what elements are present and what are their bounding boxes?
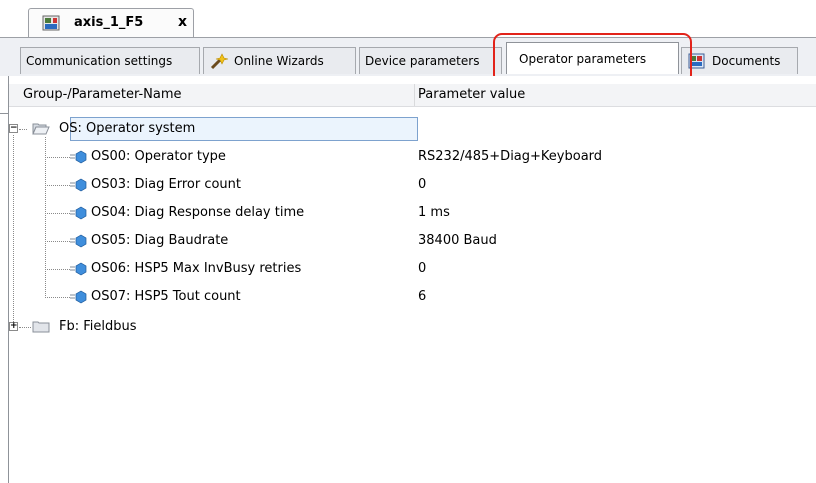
parameter-value[interactable]: 0 — [418, 261, 426, 276]
tab-device-parameters[interactable]: Device parameters — [359, 47, 502, 74]
parameter-icon — [70, 206, 87, 220]
parameter-icon — [70, 150, 87, 164]
tab-documents[interactable]: Documents — [681, 47, 798, 74]
parameter-value[interactable]: RS232/485+Diag+Keyboard — [418, 149, 602, 164]
parameter-icon — [70, 262, 87, 276]
folder-open-icon — [32, 123, 50, 135]
table-row[interactable]: OS04: Diag Response delay time 1 ms — [9, 203, 816, 223]
parameter-name: OS00: Operator type — [91, 149, 226, 164]
expand-icon[interactable]: + — [9, 322, 18, 331]
parameter-icon — [70, 178, 87, 192]
parameter-value[interactable]: 6 — [418, 289, 426, 304]
column-separator[interactable] — [414, 84, 415, 106]
device-icon — [42, 15, 60, 31]
parameter-name: OS04: Diag Response delay time — [91, 205, 305, 220]
tree-guide — [19, 327, 31, 328]
tab-online-wizards[interactable]: Online Wizards — [203, 47, 356, 74]
parameter-value[interactable]: 1 ms — [418, 205, 450, 220]
tab-communication-settings[interactable]: Communication settings — [20, 47, 200, 74]
tab-label: Device parameters — [365, 54, 480, 68]
document-tab-strip: axis_1_F5 x — [0, 0, 816, 38]
collapse-icon[interactable]: − — [9, 124, 18, 133]
tree-guide — [45, 157, 70, 158]
tab-label: Documents — [712, 54, 781, 68]
tree-guide — [45, 241, 70, 242]
tree-group-label: OS: Operator system — [59, 121, 196, 136]
parameter-icon — [70, 234, 87, 248]
table-row[interactable]: OS03: Diag Error count 0 — [9, 175, 816, 195]
tree-guide — [45, 269, 70, 270]
wizard-wand-icon — [210, 53, 229, 70]
table-row[interactable]: OS07: HSP5 Tout count 6 — [9, 287, 816, 307]
tree-guide — [45, 185, 70, 186]
folder-icon — [32, 321, 50, 333]
parameter-value[interactable]: 38400 Baud — [418, 233, 497, 248]
parameter-name: OS03: Diag Error count — [91, 177, 242, 192]
tab-label: Communication settings — [26, 54, 173, 68]
tree-guide — [45, 213, 70, 214]
table-row[interactable]: OS05: Diag Baudrate 38400 Baud — [9, 231, 816, 251]
tree-group-row[interactable]: + Fb: Fieldbus — [9, 317, 816, 337]
parameter-tree-panel: Group-/Parameter-Name Parameter value − … — [8, 76, 816, 483]
table-row[interactable]: OS06: HSP5 Max InvBusy retries 0 — [9, 259, 816, 279]
parameter-name: OS07: HSP5 Tout count — [91, 289, 241, 304]
tree-group-row[interactable]: − OS: Operator system — [9, 119, 816, 139]
parameter-name: OS06: HSP5 Max InvBusy retries — [91, 261, 302, 276]
tree-guide — [45, 297, 70, 298]
table-row[interactable]: OS00: Operator type RS232/485+Diag+Keybo… — [9, 147, 816, 167]
column-header-value[interactable]: Parameter value — [418, 87, 525, 102]
parameter-value[interactable]: 0 — [418, 177, 426, 192]
column-header: Group-/Parameter-Name Parameter value — [9, 84, 816, 107]
column-header-name[interactable]: Group-/Parameter-Name — [23, 87, 182, 102]
parameter-name: OS05: Diag Baudrate — [91, 233, 229, 248]
tree-guide — [19, 129, 27, 130]
document-tab[interactable]: axis_1_F5 x — [28, 8, 194, 38]
parameter-tab-bar: Communication settings Online Wizards De… — [0, 38, 816, 114]
tree-group-label: Fb: Fieldbus — [59, 319, 137, 334]
close-icon[interactable]: x — [178, 14, 187, 30]
document-tab-title: axis_1_F5 — [74, 15, 144, 30]
parameter-icon — [70, 290, 87, 304]
tab-label: Online Wizards — [234, 54, 324, 68]
